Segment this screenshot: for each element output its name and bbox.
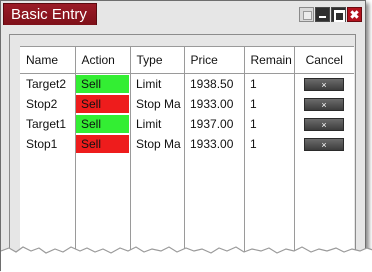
column-header-cancel[interactable]: Cancel xyxy=(293,46,354,74)
close-icon[interactable] xyxy=(347,7,362,22)
basic-entry-window: Basic Entry Name Action Type Price Remai… xyxy=(0,0,372,272)
cancel-order-button[interactable]: × xyxy=(304,98,344,112)
order-price: 1937.00 xyxy=(184,114,244,134)
order-action-cell[interactable]: Sell xyxy=(75,114,130,134)
column-header-type[interactable]: Type xyxy=(129,46,184,74)
order-price: 1933.00 xyxy=(184,94,244,114)
orders-grid: Name Action Type Price Remain Cancel Tar… xyxy=(20,46,354,154)
order-remain: 1 xyxy=(244,114,294,134)
table-row[interactable]: Stop1 Sell Stop Ma 1933.00 1 × xyxy=(20,134,354,154)
cancel-order-button[interactable]: × xyxy=(304,78,344,92)
torn-paper-edge xyxy=(1,246,372,272)
column-header-price[interactable]: Price xyxy=(183,46,244,74)
window-title: Basic Entry xyxy=(3,3,97,25)
order-remain: 1 xyxy=(244,73,294,94)
table-row[interactable]: Target1 Sell Limit 1937.00 1 × xyxy=(20,114,354,134)
order-cancel-cell: × xyxy=(294,114,354,134)
order-cancel-cell: × xyxy=(294,134,354,154)
minimize-icon[interactable] xyxy=(315,7,330,22)
order-price: 1933.00 xyxy=(184,134,244,154)
order-name: Stop2 xyxy=(20,94,75,114)
order-cancel-cell: × xyxy=(294,94,354,114)
order-name: Stop1 xyxy=(20,134,75,154)
grid-header-row: Name Action Type Price Remain Cancel xyxy=(20,46,354,74)
order-type: Limit xyxy=(130,114,184,134)
order-type: Stop Ma xyxy=(130,134,184,154)
column-divider xyxy=(244,46,245,271)
column-header-remain[interactable]: Remain xyxy=(243,46,294,74)
order-action: Sell xyxy=(75,135,129,153)
restore-icon[interactable] xyxy=(299,7,314,22)
order-name: Target2 xyxy=(20,73,75,94)
cancel-order-button[interactable]: × xyxy=(304,118,344,132)
column-divider xyxy=(184,46,185,271)
order-remain: 1 xyxy=(244,94,294,114)
order-action-cell[interactable]: Sell xyxy=(75,134,130,154)
titlebar[interactable]: Basic Entry xyxy=(1,1,365,26)
orders-panel: Name Action Type Price Remain Cancel Tar… xyxy=(9,34,356,271)
column-header-name[interactable]: Name xyxy=(20,46,75,74)
column-divider xyxy=(75,46,76,271)
table-row[interactable]: Target2 Sell Limit 1938.50 1 × xyxy=(20,73,354,94)
column-header-action[interactable]: Action xyxy=(74,46,130,74)
order-name: Target1 xyxy=(20,114,75,134)
cancel-order-button[interactable]: × xyxy=(304,138,344,152)
order-type: Stop Ma xyxy=(130,94,184,114)
column-divider xyxy=(294,46,295,271)
table-row[interactable]: Stop2 Sell Stop Ma 1933.00 1 × xyxy=(20,94,354,114)
order-action-cell[interactable]: Sell xyxy=(75,73,130,94)
order-action-cell[interactable]: Sell xyxy=(75,94,130,114)
order-action: Sell xyxy=(75,95,129,113)
order-action: Sell xyxy=(75,115,129,133)
order-cancel-cell: × xyxy=(294,73,354,94)
column-divider xyxy=(130,46,131,271)
window-controls xyxy=(299,7,362,22)
maximize-icon[interactable] xyxy=(331,7,346,22)
order-action: Sell xyxy=(75,75,129,93)
order-remain: 1 xyxy=(244,134,294,154)
order-price: 1938.50 xyxy=(184,73,244,94)
order-type: Limit xyxy=(130,73,184,94)
